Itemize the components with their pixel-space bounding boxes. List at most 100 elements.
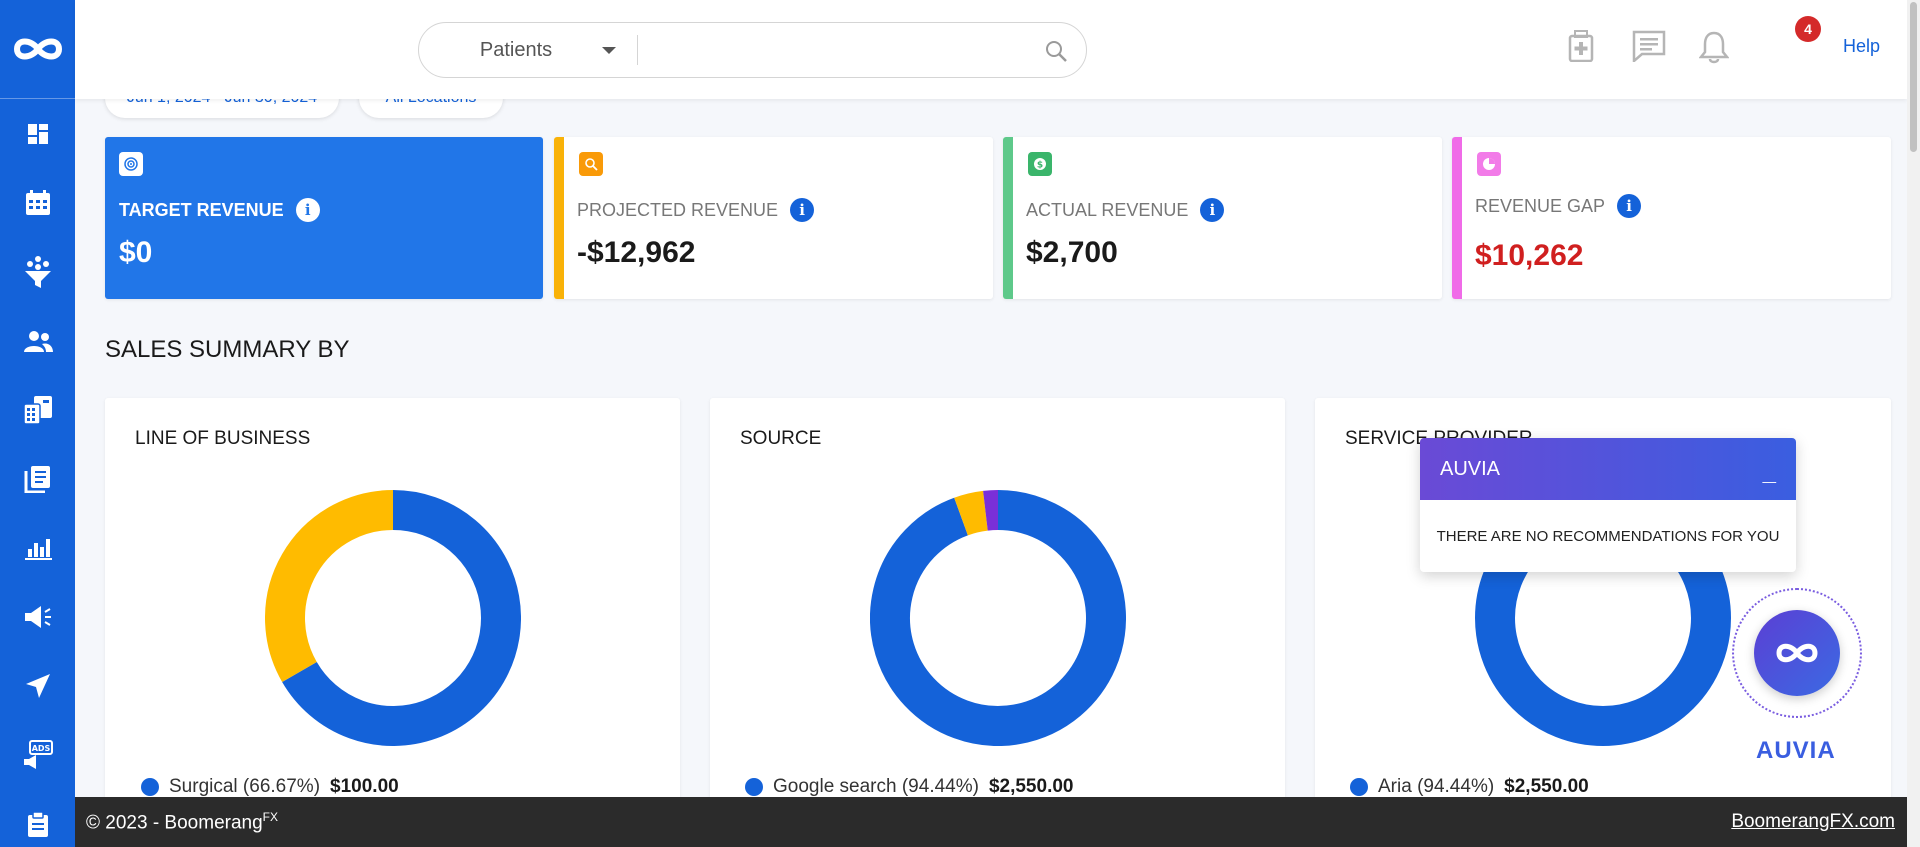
dollar-icon: $ xyxy=(1028,152,1052,176)
info-icon[interactable]: i xyxy=(790,198,815,222)
sidebar-item-marketing[interactable] xyxy=(0,582,75,651)
medical-kit-icon[interactable] xyxy=(1568,30,1594,62)
sidebar-item-dashboard[interactable] xyxy=(0,99,75,168)
search-input[interactable] xyxy=(647,31,1027,69)
donut-slice-google-search[interactable] xyxy=(870,490,1126,746)
kpi-card-projected-revenue: PROJECTED REVENUE i -$12,962 xyxy=(554,137,993,299)
search-scope-value: Patients xyxy=(479,38,553,61)
copyright-main: © 2023 - Boomerang xyxy=(86,812,263,834)
legend-dot xyxy=(141,778,159,796)
legend-label: Google search (94.44%) xyxy=(773,776,979,797)
megaphone-icon xyxy=(24,605,51,628)
sidebar-item-documents[interactable] xyxy=(0,444,75,513)
users-icon xyxy=(23,330,53,352)
legend-dot xyxy=(1350,778,1368,796)
chart-legend: Surgical (66.67%) $100.00 xyxy=(141,776,399,798)
kpi-label: ACTUAL REVENUE i xyxy=(1026,198,1225,222)
donut-slice-other-b[interactable] xyxy=(983,490,999,531)
info-icon[interactable]: i xyxy=(1200,198,1225,222)
clipboard-icon xyxy=(27,810,48,837)
chart-card-line-of-business: LINE OF BUSINESS Surgical (66.67%) $100.… xyxy=(105,398,680,808)
donut-chart xyxy=(265,490,521,746)
kpi-label-text: ACTUAL REVENUE xyxy=(1026,199,1189,220)
bell-icon[interactable] xyxy=(1699,30,1729,64)
kpi-value: -$12,962 xyxy=(577,236,696,269)
notification-badge: 4 xyxy=(1795,16,1821,42)
chevron-down-icon xyxy=(602,46,617,54)
copyright-sup: FX xyxy=(262,809,279,824)
svg-text:$: $ xyxy=(1037,161,1043,171)
legend-label: Aria (94.44%) xyxy=(1378,776,1495,797)
search-scope-select[interactable]: Patients xyxy=(419,23,637,77)
kpi-card-revenue-gap: REVENUE GAP i $10,262 xyxy=(1452,137,1891,299)
search-icon[interactable] xyxy=(1044,39,1068,63)
auvia-popup: AUVIA _ THERE ARE NO RECOMMENDATIONS FOR… xyxy=(1420,438,1796,572)
auvia-popup-title: AUVIA xyxy=(1440,457,1501,480)
ads-icon: ADS xyxy=(23,739,53,769)
send-icon xyxy=(25,673,50,698)
kpi-label-text: TARGET REVENUE xyxy=(119,199,284,220)
help-link[interactable]: Help xyxy=(1843,36,1880,57)
kpi-card-target-revenue: TARGET REVENUE i $0 xyxy=(105,137,543,299)
top-header: Patients 4 Help JJ xyxy=(75,0,1920,99)
kpi-value: $0 xyxy=(119,236,153,269)
sidebar-item-forms[interactable] xyxy=(0,789,75,847)
documents-icon xyxy=(24,465,50,493)
info-icon[interactable]: i xyxy=(295,198,320,222)
infinity-logo-icon xyxy=(13,38,62,60)
auvia-label: AUVIA xyxy=(1756,737,1836,764)
kpi-label: PROJECTED REVENUE i xyxy=(577,198,815,222)
footer: © 2023 - BoomerangFX BoomerangFX.com xyxy=(75,797,1907,847)
chart-card-source: SOURCE Google search (94.44%) $2,550.00 xyxy=(710,398,1285,808)
pie-chart-icon xyxy=(1477,152,1501,176)
sidebar-item-funnel[interactable] xyxy=(0,237,75,306)
auvia-assistant-button[interactable] xyxy=(1754,610,1840,696)
sidebar-item-calendar[interactable] xyxy=(0,168,75,237)
donut-slice-other[interactable] xyxy=(265,490,394,682)
brand-logo[interactable] xyxy=(0,0,75,99)
legend-amount: $2,550.00 xyxy=(988,776,1074,797)
sidebar-item-campaigns[interactable] xyxy=(0,651,75,720)
chart-title: LINE OF BUSINESS xyxy=(135,428,311,449)
svg-text:ADS: ADS xyxy=(31,744,50,753)
kpi-accent-bar xyxy=(554,137,564,299)
footer-link[interactable]: BoomerangFX.com xyxy=(1731,811,1895,833)
copyright-text: © 2023 - BoomerangFX xyxy=(86,810,278,834)
legend-label: Surgical (66.67%) xyxy=(169,776,321,797)
magnify-icon xyxy=(579,152,603,176)
reports-icon xyxy=(24,538,52,560)
kpi-value: $10,262 xyxy=(1475,239,1584,272)
legend-dot xyxy=(745,778,763,796)
sidebar-item-reports[interactable] xyxy=(0,513,75,582)
kpi-label: TARGET REVENUE i xyxy=(119,198,320,222)
sidebar-item-ads[interactable]: ADS xyxy=(0,720,75,789)
legend-amount: $100.00 xyxy=(330,776,399,797)
target-icon xyxy=(119,152,143,176)
donut-slice-other-a[interactable] xyxy=(954,490,989,536)
minimize-button[interactable]: _ xyxy=(1763,459,1776,487)
kpi-label-text: REVENUE GAP xyxy=(1475,195,1606,216)
global-search: Patients xyxy=(418,22,1087,78)
kpi-accent-bar xyxy=(1003,137,1013,299)
kpi-value: $2,700 xyxy=(1026,236,1118,269)
infinity-icon xyxy=(1776,643,1818,663)
sidebar: ADS xyxy=(0,0,75,847)
kpi-accent-bar xyxy=(1452,137,1462,299)
chart-title: SOURCE xyxy=(740,428,822,449)
calendar-icon xyxy=(25,189,50,215)
section-title: SALES SUMMARY BY xyxy=(105,336,350,363)
auvia-popup-header: AUVIA _ xyxy=(1420,438,1796,500)
funnel-icon xyxy=(24,255,51,288)
dashboard-icon xyxy=(27,123,48,144)
sidebar-item-users[interactable] xyxy=(0,306,75,375)
scrollbar-thumb[interactable] xyxy=(1910,2,1917,152)
kpi-label: REVENUE GAP i xyxy=(1475,194,1642,218)
kpi-card-actual-revenue: $ ACTUAL REVENUE i $2,700 xyxy=(1003,137,1442,299)
kpi-label-text: PROJECTED REVENUE xyxy=(577,199,779,220)
donut-chart xyxy=(870,490,1126,746)
sidebar-item-pos[interactable] xyxy=(0,375,75,444)
legend-amount: $2,550.00 xyxy=(1504,776,1589,797)
chat-icon[interactable] xyxy=(1632,30,1666,62)
info-icon[interactable]: i xyxy=(1617,194,1642,218)
page-scrollbar[interactable] xyxy=(1907,0,1920,847)
